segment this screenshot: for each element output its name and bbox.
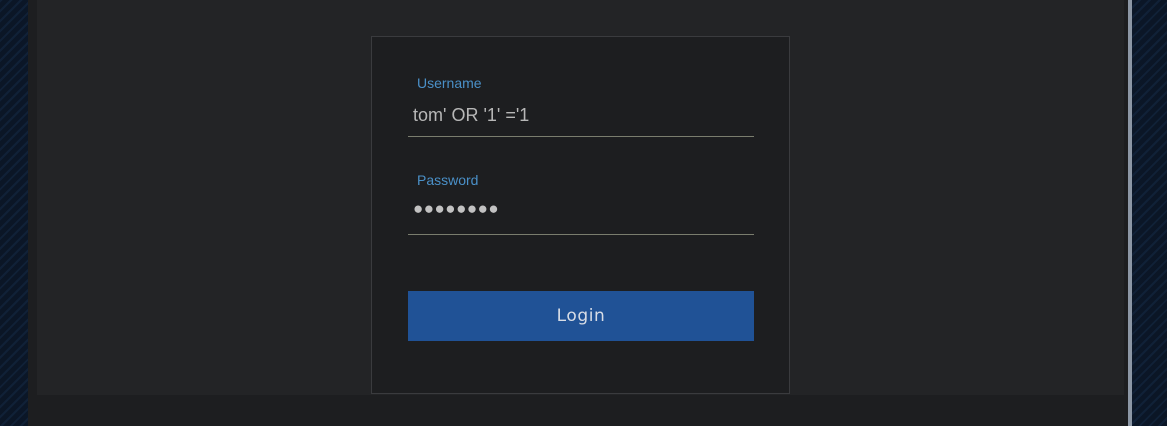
password-underline: [408, 234, 754, 235]
password-label: Password: [417, 172, 479, 188]
login-button[interactable]: Login: [408, 291, 754, 341]
login-card: Username tom' OR '1' ='1 Password ●●●●●●…: [371, 36, 790, 394]
password-input[interactable]: ●●●●●●●●: [413, 199, 499, 219]
username-field[interactable]: Username tom' OR '1' ='1: [408, 75, 754, 137]
window-border: [1128, 0, 1132, 426]
password-field[interactable]: Password ●●●●●●●●: [408, 172, 754, 235]
username-input[interactable]: tom' OR '1' ='1: [413, 105, 529, 126]
username-label: Username: [417, 75, 482, 91]
username-underline: [408, 136, 754, 137]
